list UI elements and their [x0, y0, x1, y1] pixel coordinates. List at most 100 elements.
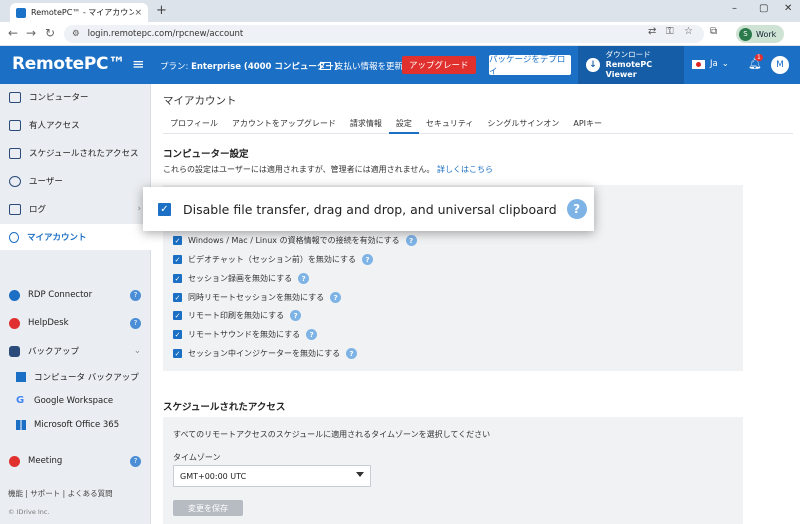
checkbox-checked[interactable]: ✓: [173, 349, 182, 358]
setting-file-transfer-callout[interactable]: ✓ Disable file transfer, drag and drop, …: [143, 187, 594, 231]
sidebar-item-computers[interactable]: コンピューター: [0, 84, 151, 110]
help-icon[interactable]: ?: [130, 455, 141, 467]
new-tab-button[interactable]: +: [156, 3, 167, 18]
sidebar-item-backup[interactable]: バックアップ ⌄: [0, 338, 151, 364]
windows-icon: [16, 420, 26, 430]
timezone-label: タイムゾーン: [173, 453, 221, 462]
tab-profile[interactable]: プロフィール: [163, 112, 225, 134]
computer-settings-desc: これらの設定はユーザーには適用されますが、管理者には適用されません。 詳しくはこ…: [163, 164, 493, 175]
tab-settings[interactable]: 設定: [388, 112, 419, 134]
help-icon[interactable]: ?: [405, 235, 417, 246]
sidebar-item-rdp-connector[interactable]: RDP Connector ?: [0, 282, 151, 308]
setting-session-recording[interactable]: ✓ セッション録画を無効にする ?: [173, 273, 310, 284]
timezone-select[interactable]: GMT+00:00 UTC: [173, 465, 371, 487]
sidebar-item-logs[interactable]: ログ ›: [0, 196, 151, 222]
profile-button[interactable]: S Work: [736, 25, 785, 43]
language-selector[interactable]: Ja ⌄: [692, 59, 729, 69]
address-bar[interactable]: ⚙ login.remotepc.com/rpcnew/account: [64, 25, 704, 43]
sidebar-item-label: Meeting: [28, 456, 63, 466]
callout-text: Disable file transfer, drag and drop, an…: [183, 201, 557, 217]
language-label: Ja: [710, 59, 718, 69]
remotepc-favicon-icon: [16, 7, 26, 18]
tab-close-icon[interactable]: ×: [134, 8, 142, 18]
sidebar-item-google-workspace[interactable]: G Google Workspace: [0, 388, 151, 414]
setting-label: ビデオチャット（セッション前）を無効にする: [188, 255, 356, 264]
help-icon[interactable]: ?: [130, 289, 141, 301]
lifebuoy-icon: [9, 317, 20, 329]
setting-concurrent-sessions[interactable]: ✓ 同時リモートセッションを無効にする ?: [173, 292, 342, 303]
hamburger-menu-icon[interactable]: ≡: [132, 55, 145, 73]
remotepc-logo[interactable]: RemotePC™: [12, 54, 125, 74]
sidebar-item-helpdesk[interactable]: HelpDesk ?: [0, 310, 151, 336]
cloud-backup-icon: [9, 345, 20, 357]
save-changes-button[interactable]: 変更を保存: [173, 500, 243, 516]
update-billing-link[interactable]: 支払い情報を更新: [320, 60, 403, 72]
learn-more-link[interactable]: 詳しくはこちら: [437, 165, 493, 174]
billing-label: 支払い情報を更新: [335, 62, 404, 72]
checkbox-checked[interactable]: ✓: [173, 293, 182, 302]
upgrade-button[interactable]: アップグレード: [402, 56, 476, 74]
help-icon[interactable]: ?: [566, 199, 587, 219]
minimize-button[interactable]: –: [732, 3, 737, 14]
sidebar-item-users[interactable]: ユーザー: [0, 168, 151, 194]
setting-remote-sound[interactable]: ✓ リモートサウンドを無効にする ?: [173, 329, 318, 340]
credit-card-icon: [320, 62, 331, 70]
translate-icon[interactable]: ⇄: [648, 26, 656, 37]
help-icon[interactable]: ?: [130, 317, 141, 329]
forward-icon[interactable]: →: [26, 26, 36, 40]
sidebar-item-label: HelpDesk: [28, 318, 69, 328]
sidebar-item-label: バックアップ: [28, 347, 80, 357]
checkbox-checked[interactable]: ✓: [173, 236, 182, 245]
deploy-package-button[interactable]: パッケージをデプロイ: [489, 55, 571, 77]
password-key-icon[interactable]: ⚿: [666, 26, 674, 37]
bookmark-star-icon[interactable]: ☆: [684, 26, 693, 37]
notification-bell-icon[interactable]: 🔔︎ 1: [748, 54, 763, 70]
google-icon: G: [16, 395, 25, 406]
sidebar-item-office365[interactable]: Microsoft Office 365: [0, 412, 151, 438]
checkbox-checked[interactable]: ✓: [173, 274, 182, 283]
chevron-right-icon: ›: [137, 204, 141, 214]
tab-sso[interactable]: シングルサインオン: [480, 112, 566, 134]
checkbox-checked[interactable]: ✓: [173, 330, 182, 339]
profile-label: Work: [756, 29, 777, 39]
download-viewer-button[interactable]: ↓ ダウンロード RemotePC Viewer: [578, 46, 684, 84]
account-tabs: プロフィール アカウントをアップグレード 請求情報 設定 セキュリティ シングル…: [163, 112, 793, 134]
checkbox-checked[interactable]: ✓: [158, 202, 171, 216]
tab-upgrade[interactable]: アカウントをアップグレード: [225, 112, 343, 134]
tab-api-key[interactable]: APIキー: [566, 112, 609, 134]
checkbox-checked[interactable]: ✓: [173, 311, 182, 320]
help-icon[interactable]: ?: [298, 273, 310, 284]
help-icon[interactable]: ?: [346, 348, 358, 359]
tab-billing[interactable]: 請求情報: [343, 112, 389, 134]
sidebar-footer-links[interactable]: 機能 | サポート | よくある質問: [8, 488, 113, 499]
close-window-button[interactable]: ✕: [784, 3, 792, 14]
sidebar-item-scheduled-access[interactable]: スケジュールされたアクセス: [0, 140, 151, 166]
setting-os-credentials[interactable]: ✓ Windows / Mac / Linux の資格情報での接続を有効にする …: [173, 235, 417, 246]
sidebar-item-my-account[interactable]: マイアカウント: [0, 224, 151, 250]
help-icon[interactable]: ?: [290, 310, 302, 321]
sidebar-item-computer-backup[interactable]: コンピュータ バックアップ: [0, 364, 151, 390]
url-text: login.remotepc.com/rpcnew/account: [87, 29, 244, 39]
setting-session-indicator[interactable]: ✓ セッション中インジケーターを無効にする ?: [173, 348, 358, 359]
extensions-icon[interactable]: ⧉: [710, 26, 717, 37]
maximize-button[interactable]: ▢: [759, 3, 768, 14]
monitor-icon: [9, 91, 21, 103]
help-icon[interactable]: ?: [306, 329, 318, 340]
copyright: © IDrive Inc.: [8, 508, 50, 516]
help-icon[interactable]: ?: [330, 292, 342, 303]
setting-remote-print[interactable]: ✓ リモート印刷を無効にする ?: [173, 310, 302, 321]
chevron-down-icon: ⌄: [133, 346, 141, 356]
user-avatar[interactable]: M: [771, 56, 789, 74]
browser-toolbar: ← → ↻ ⚙ login.remotepc.com/rpcnew/accoun…: [0, 22, 800, 46]
browser-tab[interactable]: RemotePC™ - マイアカウント情報 ×: [10, 3, 148, 22]
setting-video-chat[interactable]: ✓ ビデオチャット（セッション前）を無効にする ?: [173, 254, 373, 265]
checkbox-checked[interactable]: ✓: [173, 255, 182, 264]
chevron-down-icon: ⌄: [721, 59, 729, 69]
sidebar-item-meeting[interactable]: Meeting ?: [0, 448, 151, 474]
tab-security[interactable]: セキュリティ: [419, 112, 481, 134]
reload-icon[interactable]: ↻: [45, 26, 55, 40]
site-settings-icon[interactable]: ⚙: [72, 29, 80, 39]
back-icon[interactable]: ←: [8, 26, 18, 40]
help-icon[interactable]: ?: [362, 254, 373, 265]
sidebar-item-attended-access[interactable]: 有人アクセス: [0, 112, 151, 138]
